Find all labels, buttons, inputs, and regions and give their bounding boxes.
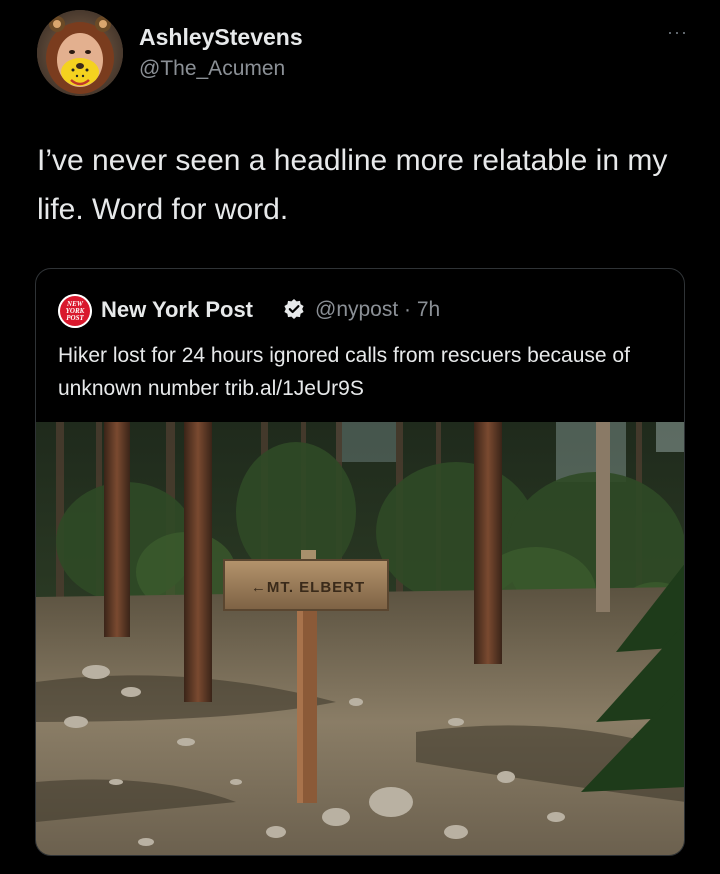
quoted-tweet[interactable]: NEW YORK POST New York Post @nypost · 7h… bbox=[35, 268, 685, 856]
author-name[interactable]: AshleyStevens bbox=[139, 24, 303, 51]
svg-text:←MT. ELBERT: ←MT. ELBERT bbox=[251, 579, 365, 596]
quoted-tweet-text: Hiker lost for 24 hours ignored calls fr… bbox=[58, 344, 630, 400]
tweet-text: I’ve never seen a headline more relatabl… bbox=[37, 144, 668, 226]
author-handle[interactable]: @The_Acumen bbox=[139, 57, 285, 81]
trail-photo[interactable]: ←MT. ELBERT bbox=[36, 422, 684, 855]
more-options-icon[interactable]: ··· bbox=[667, 22, 688, 43]
quoted-author-name[interactable]: New York Post bbox=[101, 297, 253, 323]
avatar[interactable] bbox=[37, 10, 123, 96]
tweet-screenshot: AshleyStevens @The_Acumen ··· I’ve never… bbox=[0, 0, 720, 874]
svg-text:POST: POST bbox=[66, 314, 84, 322]
quoted-handle-time[interactable]: @nypost · 7h bbox=[315, 298, 440, 322]
nypost-logo[interactable]: NEW YORK POST bbox=[58, 294, 92, 328]
verified-badge-icon bbox=[283, 298, 305, 320]
